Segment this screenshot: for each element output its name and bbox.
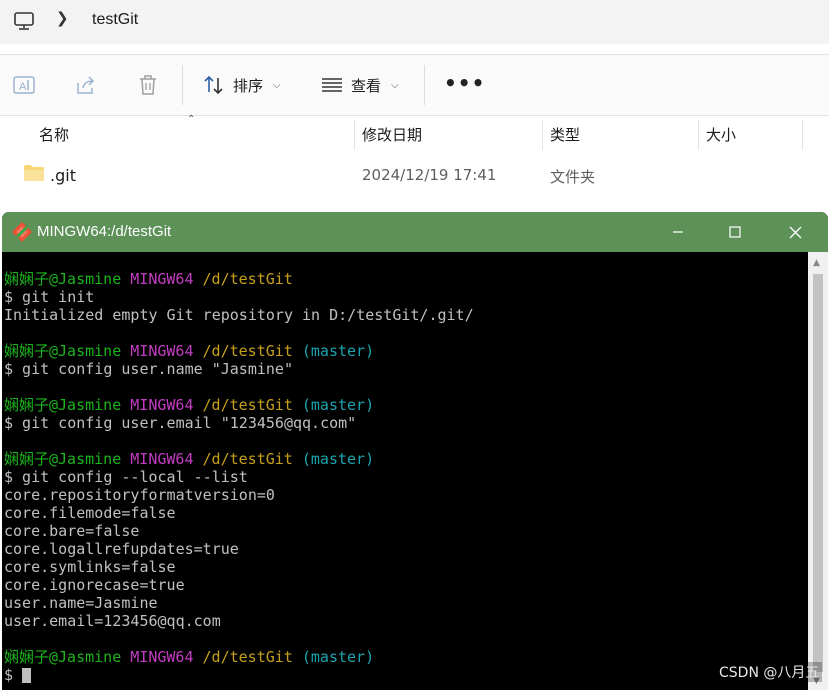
terminal-title: MINGW64:/d/testGit: [37, 223, 172, 240]
chevron-down-icon: ⌵: [273, 79, 281, 91]
prompt-system: MINGW64: [130, 648, 194, 666]
view-button[interactable]: 查看 ⌵: [321, 55, 399, 115]
column-date[interactable]: 修改日期: [362, 116, 422, 152]
prompt-path: /d/testGit: [202, 342, 293, 360]
folder-icon: [24, 165, 44, 181]
prompt-path: /d/testGit: [202, 648, 293, 666]
prompt-system: MINGW64: [130, 342, 194, 360]
view-label: 查看: [351, 76, 382, 95]
command-bar: A 排序 ⌵ 查看 ⌵ •••: [0, 55, 829, 115]
command-line: $ git config --local --list: [4, 468, 248, 486]
prompt-line: 娴娴子@Jasmine MINGW64 /d/testGit (master): [4, 342, 474, 360]
prompt-path: /d/testGit: [202, 270, 293, 288]
prompt-branch: (master): [301, 450, 375, 468]
config-output-line: core.logallrefupdates=true: [4, 540, 239, 558]
config-output-line: core.repositoryformatversion=0: [4, 486, 275, 504]
maximize-button[interactable]: [707, 212, 763, 252]
file-type: 文件夹: [550, 168, 596, 186]
column-name[interactable]: 名称: [39, 116, 69, 152]
svg-text:A: A: [19, 81, 27, 93]
column-divider[interactable]: [698, 120, 699, 150]
config-output-line: core.filemode=false: [4, 504, 176, 522]
terminal-window: MINGW64:/d/testGit 娴娴子@Jasmine MINGW64 /…: [2, 212, 828, 690]
file-name: .git: [50, 166, 76, 185]
column-divider[interactable]: [354, 120, 355, 150]
more-options-button[interactable]: •••: [444, 71, 485, 95]
prompt-branch: (master): [301, 342, 375, 360]
prompt-user: 娴娴子@Jasmine: [4, 396, 122, 414]
sort-button[interactable]: 排序 ⌵: [203, 55, 281, 115]
terminal-output[interactable]: 娴娴子@Jasmine MINGW64 /d/testGit $ git ini…: [2, 252, 808, 690]
minimize-button[interactable]: [650, 212, 706, 252]
prompt-line: 娴娴子@Jasmine MINGW64 /d/testGit (master): [4, 648, 474, 666]
config-output-line: user.email=123456@qq.com: [4, 612, 221, 630]
column-size[interactable]: 大小: [706, 116, 736, 152]
toolbar-divider: [182, 65, 183, 105]
breadcrumb-chevron-icon[interactable]: ❯: [56, 9, 69, 27]
prompt-user: 娴娴子@Jasmine: [4, 450, 122, 468]
input-line[interactable]: $: [4, 666, 474, 684]
sort-ascending-icon: ⌃: [187, 114, 196, 125]
prompt-line: 娴娴子@Jasmine MINGW64 /d/testGit: [4, 270, 474, 288]
config-output-line: core.ignorecase=true: [4, 576, 185, 594]
config-output-line: user.name=Jasmine: [4, 594, 158, 612]
current-prompt: $: [4, 666, 23, 684]
close-button[interactable]: [767, 212, 823, 252]
command-line: $ git init: [4, 288, 95, 306]
prompt-system: MINGW64: [130, 396, 194, 414]
command-line: $ git config user.email "123456@qq.com": [4, 414, 357, 432]
column-divider[interactable]: [542, 120, 543, 150]
close-icon: [789, 226, 801, 238]
watermark: CSDN @八月五: [716, 662, 823, 682]
prompt-path: /d/testGit: [202, 450, 293, 468]
prompt-user: 娴娴子@Jasmine: [4, 270, 122, 288]
prompt-path: /d/testGit: [202, 396, 293, 414]
output-line: Initialized empty Git repository in D:/t…: [4, 306, 474, 324]
delete-icon[interactable]: [136, 73, 160, 97]
prompt-system: MINGW64: [130, 270, 194, 288]
view-icon: [322, 78, 342, 92]
file-date: 2024/12/19 17:41: [362, 166, 497, 184]
column-type[interactable]: 类型: [550, 116, 580, 152]
sort-icon: [204, 75, 223, 95]
maximize-icon: [729, 226, 741, 238]
rename-icon[interactable]: A: [12, 73, 36, 97]
command-line: $ git config user.name "Jasmine": [4, 360, 293, 378]
share-icon[interactable]: [74, 73, 98, 97]
column-header: ⌃ 名称 修改日期 类型 大小: [0, 114, 829, 152]
prompt-user: 娴娴子@Jasmine: [4, 342, 122, 360]
scroll-up-icon[interactable]: ▲: [813, 258, 820, 268]
breadcrumb-testgit[interactable]: testGit: [92, 11, 138, 29]
prompt-system: MINGW64: [130, 450, 194, 468]
terminal-titlebar[interactable]: MINGW64:/d/testGit: [2, 212, 828, 252]
this-pc-icon[interactable]: [13, 10, 35, 32]
address-bar: ❯ testGit: [0, 0, 829, 44]
minimize-icon: [673, 231, 683, 233]
prompt-branch: (master): [301, 396, 375, 414]
text-cursor: [22, 668, 32, 683]
git-logo-icon: [12, 222, 32, 242]
config-output-line: core.bare=false: [4, 522, 140, 540]
column-divider[interactable]: [802, 120, 803, 150]
chevron-down-icon: ⌵: [391, 79, 399, 91]
sort-label: 排序: [233, 76, 264, 95]
config-output-line: core.symlinks=false: [4, 558, 176, 576]
prompt-line: 娴娴子@Jasmine MINGW64 /d/testGit (master): [4, 450, 474, 468]
prompt-line: 娴娴子@Jasmine MINGW64 /d/testGit (master): [4, 396, 474, 414]
prompt-user: 娴娴子@Jasmine: [4, 648, 122, 666]
prompt-branch: (master): [301, 648, 375, 666]
file-row[interactable]: .git 2024/12/19 17:41 文件夹: [0, 156, 829, 196]
scrollbar-thumb[interactable]: [813, 274, 823, 672]
toolbar-divider: [424, 65, 425, 105]
terminal-scrollbar[interactable]: ▲ ▼: [808, 252, 828, 690]
